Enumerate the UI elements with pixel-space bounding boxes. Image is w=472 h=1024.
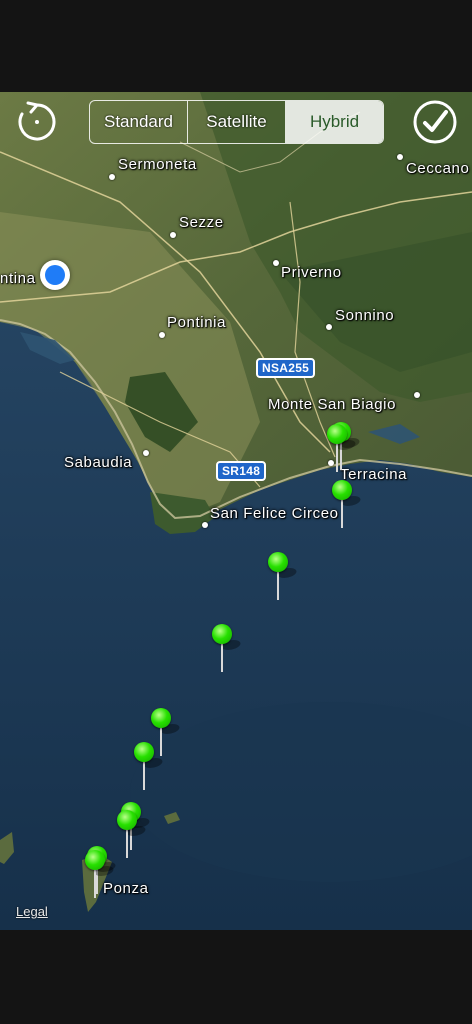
pin-head-icon bbox=[151, 708, 171, 728]
pin-head-icon bbox=[212, 624, 232, 644]
pin-head-icon bbox=[134, 742, 154, 762]
place-label-ceccano: Ceccano bbox=[406, 160, 470, 177]
place-label-pontinia: Pontinia bbox=[167, 314, 227, 331]
map-pin[interactable] bbox=[85, 850, 116, 910]
map-pin[interactable] bbox=[332, 480, 363, 540]
place-label-sonnino: Sonnino bbox=[335, 307, 395, 324]
top-black-bar bbox=[0, 0, 472, 92]
pin-head-icon bbox=[327, 424, 347, 444]
map-view[interactable]: Sermoneta Ceccano Sezze ntina Priverno P… bbox=[0, 92, 472, 930]
place-label-monte-san-biagio: Monte San Biagio bbox=[268, 396, 397, 413]
map-pin[interactable] bbox=[117, 810, 148, 870]
bottom-black-bar bbox=[0, 930, 472, 1024]
place-marker bbox=[273, 260, 279, 266]
map-pin[interactable] bbox=[268, 552, 299, 612]
road-shield-nsa255: NSA255 bbox=[256, 358, 316, 378]
place-marker bbox=[414, 392, 420, 398]
checkmark-icon bbox=[413, 100, 457, 144]
place-marker bbox=[326, 324, 332, 330]
place-marker bbox=[202, 522, 208, 528]
legal-link[interactable]: Legal bbox=[16, 904, 48, 919]
user-location-dot bbox=[40, 260, 70, 290]
pin-head-icon bbox=[332, 480, 352, 500]
place-marker bbox=[170, 232, 176, 238]
pin-head-icon bbox=[268, 552, 288, 572]
place-marker bbox=[397, 154, 403, 160]
map-type-satellite[interactable]: Satellite bbox=[188, 101, 286, 143]
place-marker bbox=[159, 332, 165, 338]
map-type-standard[interactable]: Standard bbox=[90, 101, 188, 143]
user-location-core bbox=[45, 265, 65, 285]
place-label-priverno: Priverno bbox=[281, 264, 342, 281]
map-pin[interactable] bbox=[327, 424, 358, 484]
place-marker bbox=[143, 450, 149, 456]
pin-head-icon bbox=[117, 810, 137, 830]
done-button[interactable] bbox=[412, 99, 458, 145]
road-shield-sr148: SR148 bbox=[216, 461, 267, 481]
place-marker bbox=[109, 174, 115, 180]
place-label-san-felice-circeo: San Felice Circeo bbox=[210, 505, 339, 522]
map-pin[interactable] bbox=[212, 624, 243, 684]
place-label-sermoneta: Sermoneta bbox=[118, 156, 197, 173]
map-pin[interactable] bbox=[134, 742, 165, 802]
map-type-hybrid[interactable]: Hybrid bbox=[286, 101, 383, 143]
map-type-selector[interactable]: Standard Satellite Hybrid bbox=[89, 100, 384, 144]
place-label-latina: ntina bbox=[0, 270, 36, 287]
place-label-ponza: Ponza bbox=[103, 880, 149, 897]
place-label-sabaudia: Sabaudia bbox=[64, 454, 133, 471]
refresh-button[interactable] bbox=[14, 99, 60, 145]
refresh-icon bbox=[18, 101, 56, 141]
pin-head-icon bbox=[85, 850, 105, 870]
place-label-sezze: Sezze bbox=[179, 214, 224, 231]
